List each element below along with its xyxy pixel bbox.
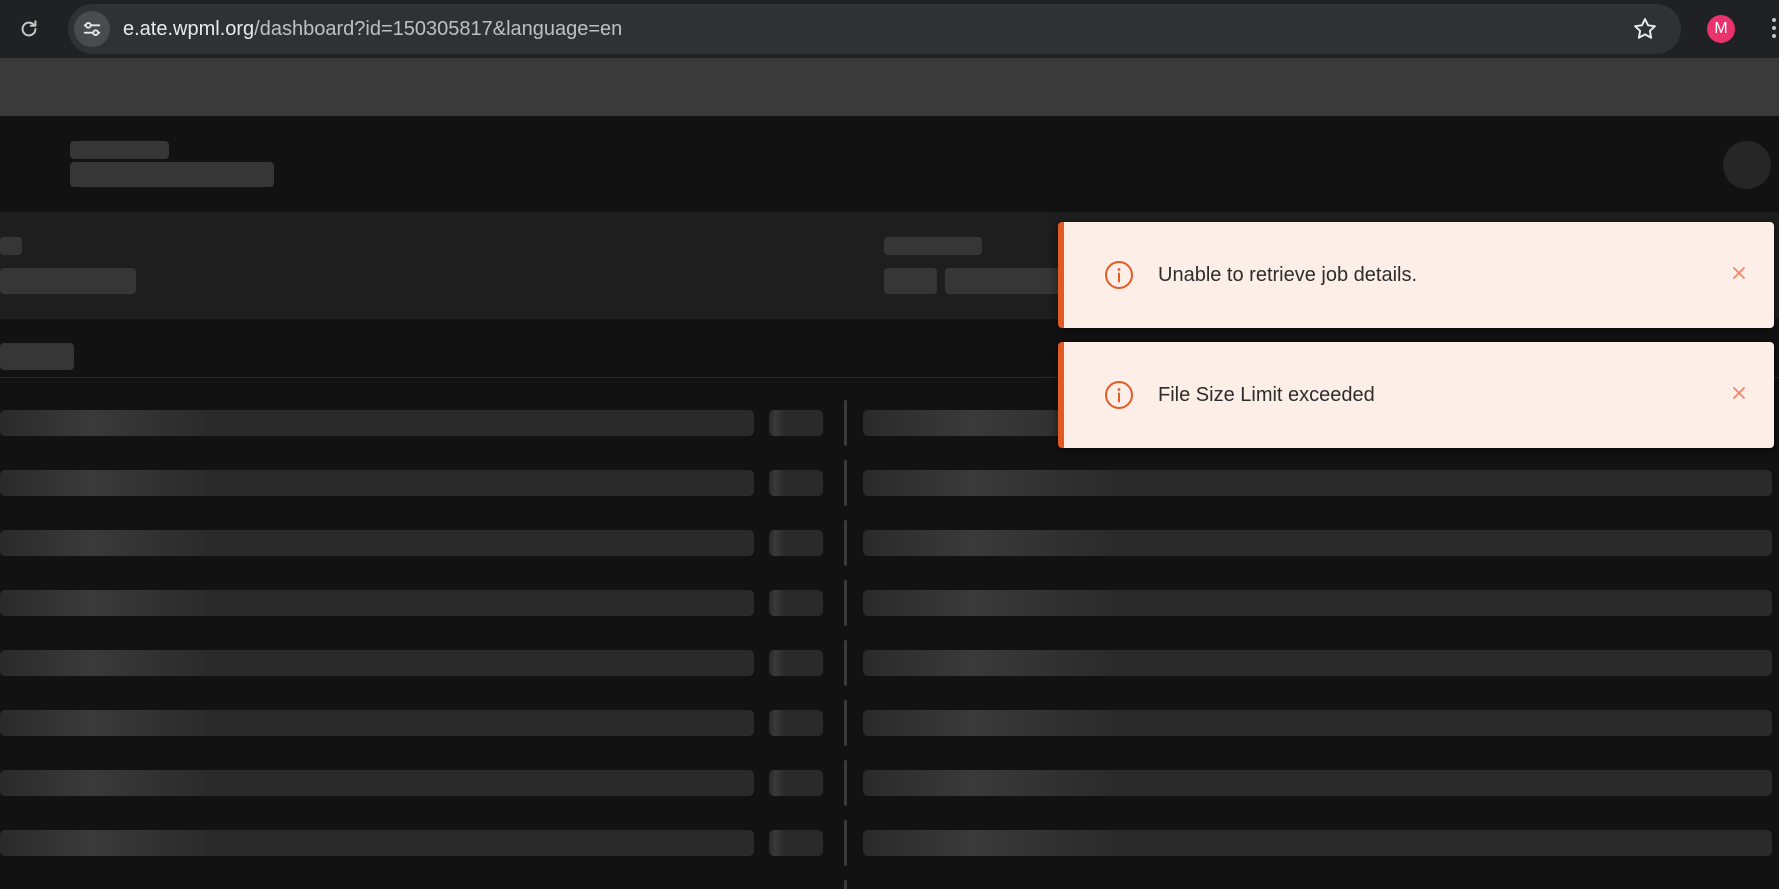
kebab-menu-icon[interactable] [1769, 15, 1779, 45]
skeleton-summary-chip [884, 268, 937, 294]
skeleton-row-separator [844, 400, 847, 446]
skeleton-row-separator [844, 460, 847, 506]
skeleton-row-source [0, 590, 754, 616]
toast-message: File Size Limit exceeded [1158, 384, 1375, 406]
skeleton-row-status [769, 530, 823, 556]
skeleton-row-separator [844, 520, 847, 566]
toast-close-button[interactable] [1728, 382, 1750, 404]
skeleton-row-status [769, 410, 823, 436]
info-icon [1105, 261, 1133, 289]
bookmark-star-icon [1634, 18, 1656, 39]
site-info-button[interactable] [74, 11, 110, 47]
skeleton-table-header [0, 343, 74, 370]
skeleton-row-source [0, 650, 754, 676]
skeleton-row-source [0, 470, 754, 496]
skeleton-row-target [863, 470, 1772, 496]
info-icon [1105, 381, 1133, 409]
toast-close-button[interactable] [1728, 262, 1750, 284]
skeleton-row-target [863, 710, 1772, 736]
skeleton-row-status [769, 650, 823, 676]
site-info-icon [83, 22, 101, 36]
browser-toolbar: e.ate.wpml.org/dashboard?id=150305817&la… [0, 0, 1779, 58]
skeleton-row-target [863, 770, 1772, 796]
skeleton-row-status [769, 470, 823, 496]
bookmark-button[interactable] [1631, 15, 1659, 43]
skeleton-summary-label-2 [884, 237, 982, 255]
url-text[interactable]: e.ate.wpml.org/dashboard?id=150305817&la… [123, 4, 622, 54]
skeleton-row-separator [844, 880, 847, 889]
skeleton-row-status [769, 830, 823, 856]
browser-bookmarks-band [0, 58, 1779, 116]
skeleton-row-status [769, 590, 823, 616]
close-icon [1733, 387, 1745, 399]
skeleton-title-line [70, 141, 169, 159]
error-toast: File Size Limit exceeded [1058, 342, 1774, 448]
skeleton-row-status [769, 710, 823, 736]
toast-message: Unable to retrieve job details. [1158, 264, 1418, 286]
reload-button[interactable] [12, 12, 46, 46]
profile-avatar[interactable]: M [1707, 15, 1735, 43]
skeleton-row-source [0, 770, 754, 796]
skeleton-row-separator [844, 820, 847, 866]
skeleton-row-target [863, 830, 1772, 856]
skeleton-row-status [769, 770, 823, 796]
skeleton-row-separator [844, 640, 847, 686]
skeleton-row-source [0, 830, 754, 856]
skeleton-summary-label [0, 237, 22, 255]
error-toast: Unable to retrieve job details. [1058, 222, 1774, 328]
skeleton-subtitle-line [70, 162, 274, 187]
skeleton-row-source [0, 530, 754, 556]
skeleton-row-separator [844, 580, 847, 626]
skeleton-row-target [863, 530, 1772, 556]
close-icon [1733, 267, 1745, 279]
url-path: /dashboard?id=150305817&language=en [254, 18, 623, 40]
skeleton-summary-chip-2 [945, 268, 1065, 294]
address-bar[interactable]: e.ate.wpml.org/dashboard?id=150305817&la… [68, 4, 1681, 54]
skeleton-row-separator [844, 700, 847, 746]
skeleton-row-target [863, 650, 1772, 676]
reload-icon [21, 20, 37, 37]
screen: e.ate.wpml.org/dashboard?id=150305817&la… [0, 0, 1779, 889]
url-host: e.ate.wpml.org [123, 18, 255, 40]
skeleton-avatar [1723, 141, 1771, 189]
skeleton-row-source [0, 710, 754, 736]
skeleton-row-source [0, 410, 754, 436]
skeleton-row-target [863, 590, 1772, 616]
skeleton-summary-value [0, 268, 136, 294]
skeleton-row-separator [844, 760, 847, 806]
